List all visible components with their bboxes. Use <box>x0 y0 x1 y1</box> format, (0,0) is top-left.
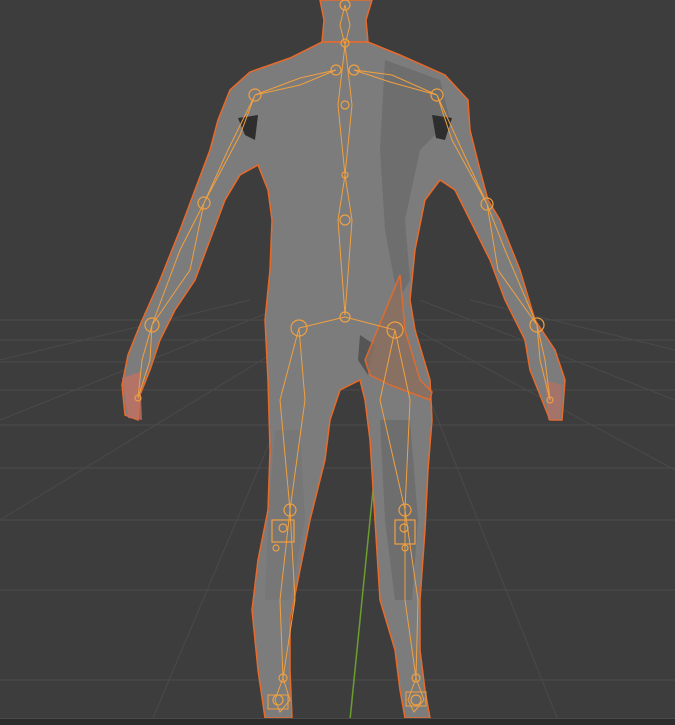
viewport-canvas[interactable] <box>0 0 675 725</box>
character-mesh[interactable] <box>121 0 566 719</box>
mesh-torso <box>121 41 566 719</box>
mesh-neck <box>319 0 373 43</box>
viewport-bottom-edge <box>0 718 675 725</box>
3d-viewport[interactable] <box>0 0 675 725</box>
